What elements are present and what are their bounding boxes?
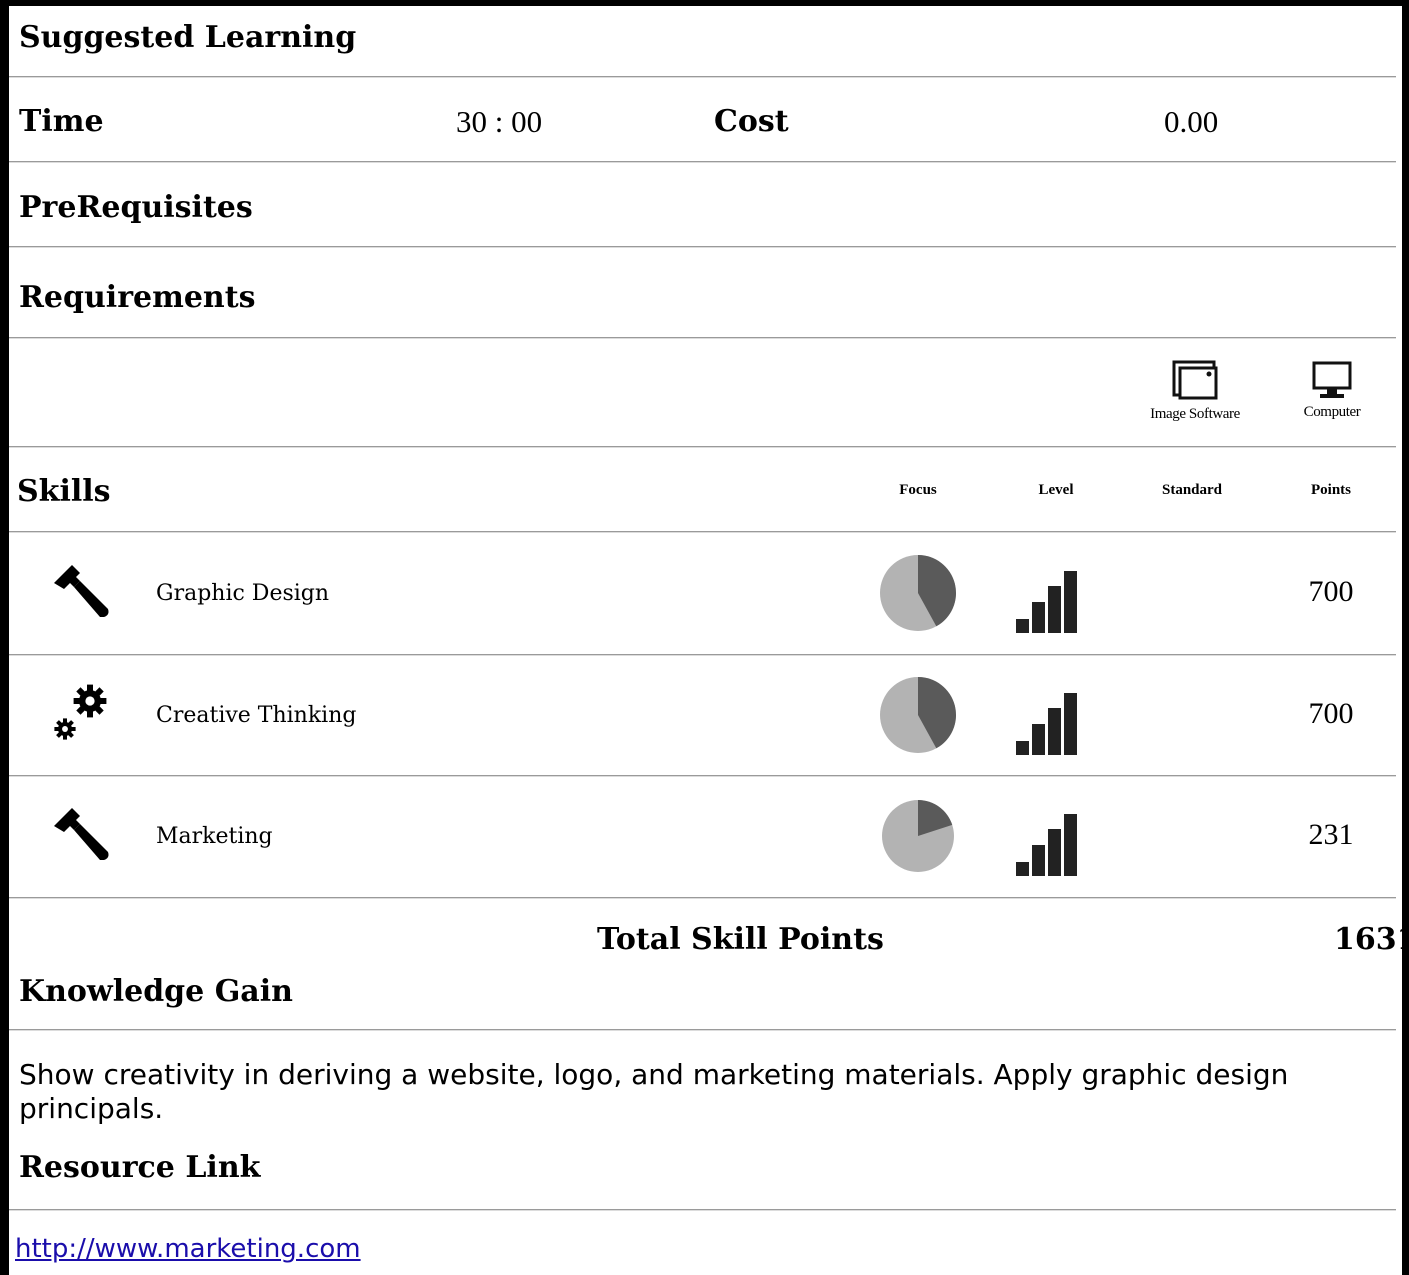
- divider: [9, 446, 1396, 447]
- level-bar: [1048, 586, 1061, 633]
- requirement-label: Image Software: [1150, 406, 1240, 422]
- focus-pie-chart: [880, 676, 956, 753]
- total-skill-points-value: 1631: [1334, 922, 1409, 957]
- level-bar: [1016, 619, 1029, 633]
- hammer-icon: [50, 802, 114, 870]
- divider: [9, 896, 1396, 898]
- skill-points: 700: [1308, 696, 1354, 730]
- time-label: Time: [19, 104, 104, 139]
- column-header-level: Level: [1038, 482, 1074, 498]
- skill-row: Graphic Design 700: [0, 533, 1409, 655]
- column-header-points: Points: [1310, 482, 1351, 498]
- level-bar: [1064, 692, 1077, 755]
- skill-name: Graphic Design: [156, 581, 330, 606]
- level-bar: [1048, 707, 1061, 755]
- column-header-standard: Standard: [1161, 482, 1223, 498]
- total-skill-points-label: Total Skill Points: [597, 922, 884, 957]
- gears-icon: [50, 681, 114, 749]
- hammer-icon: [50, 559, 114, 627]
- skill-name: Marketing: [156, 824, 273, 849]
- requirement-label: Computer: [1303, 404, 1361, 420]
- time-value: 30 : 00: [456, 104, 543, 139]
- divider: [9, 531, 1396, 532]
- level-bar: [1016, 740, 1029, 755]
- skill-points: 231: [1308, 818, 1354, 851]
- computer-icon: [1312, 361, 1352, 398]
- level-bars-icon: [1016, 814, 1077, 876]
- suggested-learning-heading: Suggested Learning: [19, 20, 357, 55]
- divider: [9, 1029, 1396, 1030]
- focus-pie-chart: [880, 555, 956, 631]
- divider: [9, 337, 1396, 338]
- column-header-focus: Focus: [899, 482, 937, 498]
- cost-label: Cost: [714, 104, 789, 139]
- level-bars-icon: [1016, 692, 1077, 755]
- cost-value: 0.00: [1164, 104, 1219, 139]
- level-bar: [1032, 602, 1045, 633]
- requirement-computer: Computer: [1284, 360, 1380, 421]
- gears-icon: [54, 684, 107, 740]
- divider: [9, 161, 1396, 162]
- hammer-icon: [54, 808, 109, 860]
- divider: [9, 76, 1396, 77]
- knowledge-gain-heading: Knowledge Gain: [19, 974, 293, 1009]
- level-bar: [1032, 845, 1045, 876]
- image-software-icon: [1172, 360, 1218, 400]
- level-bar: [1032, 723, 1045, 755]
- resource-link-heading: Resource Link: [19, 1150, 261, 1185]
- skill-name: Creative Thinking: [156, 702, 357, 728]
- knowledge-gain-text: Show creativity in deriving a website, l…: [19, 1058, 1289, 1125]
- level-bar: [1064, 814, 1077, 876]
- divider: [9, 246, 1396, 247]
- hammer-icon: [54, 565, 109, 617]
- divider: [9, 1209, 1396, 1210]
- skill-row: Creative Thinking 700: [0, 655, 1409, 776]
- level-bar: [1048, 829, 1061, 876]
- resource-link[interactable]: http://www.marketing.com: [15, 1234, 361, 1264]
- skill-row: Marketing 231: [0, 776, 1409, 898]
- requirements-heading: Requirements: [19, 280, 256, 315]
- level-bars-icon: [1016, 571, 1077, 633]
- requirement-image-software: Image Software: [1136, 360, 1254, 423]
- level-bar: [1064, 571, 1077, 633]
- focus-pie-chart: [882, 800, 954, 872]
- skills-heading: Skills: [17, 474, 111, 509]
- level-bar: [1016, 862, 1029, 876]
- skill-points: 700: [1308, 575, 1354, 608]
- prerequisites-heading: PreRequisites: [19, 190, 253, 225]
